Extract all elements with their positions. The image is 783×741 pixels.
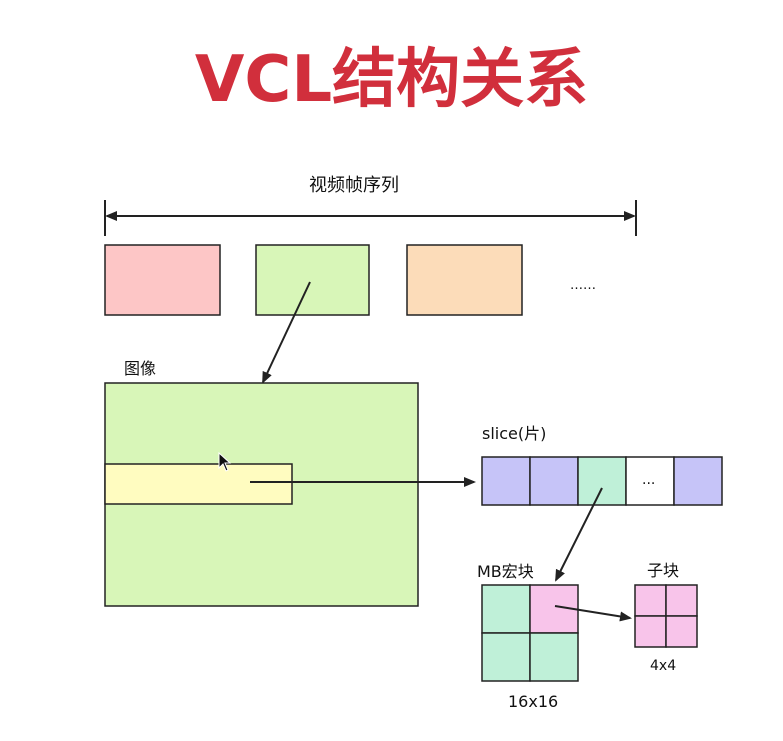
sub-cell-tr — [665, 584, 698, 617]
subblock-size: 4x4 — [650, 658, 677, 674]
macroblock-label: MB宏块 — [477, 562, 534, 581]
slice-cell-3 — [577, 456, 627, 506]
frame-3 — [406, 244, 523, 316]
sub-cell-bl — [634, 615, 667, 648]
vcl-diagram — [104, 200, 723, 682]
mb-cell-br — [529, 632, 579, 682]
picture-label: 图像 — [124, 359, 157, 378]
slice-label: slice(片) — [482, 424, 547, 443]
frame-2 — [255, 244, 370, 316]
mouse-cursor-icon — [218, 452, 232, 472]
slice-band — [104, 463, 293, 505]
mb-cell-bl — [481, 632, 531, 682]
sub-cell-tl — [634, 584, 667, 617]
subblock-label: 子块 — [647, 561, 680, 580]
slice-ellipsis: ... — [642, 472, 656, 488]
frames-ellipsis: …… — [570, 278, 596, 293]
slice-cell-2 — [529, 456, 579, 506]
sub-cell-br — [665, 615, 698, 648]
frame-1 — [104, 244, 221, 316]
macroblock-size: 16x16 — [508, 692, 559, 711]
mb-cell-tl — [481, 584, 531, 634]
sequence-label: 视频帧序列 — [309, 175, 399, 196]
slice-cell-5 — [673, 456, 723, 506]
slice-cell-1 — [481, 456, 531, 506]
